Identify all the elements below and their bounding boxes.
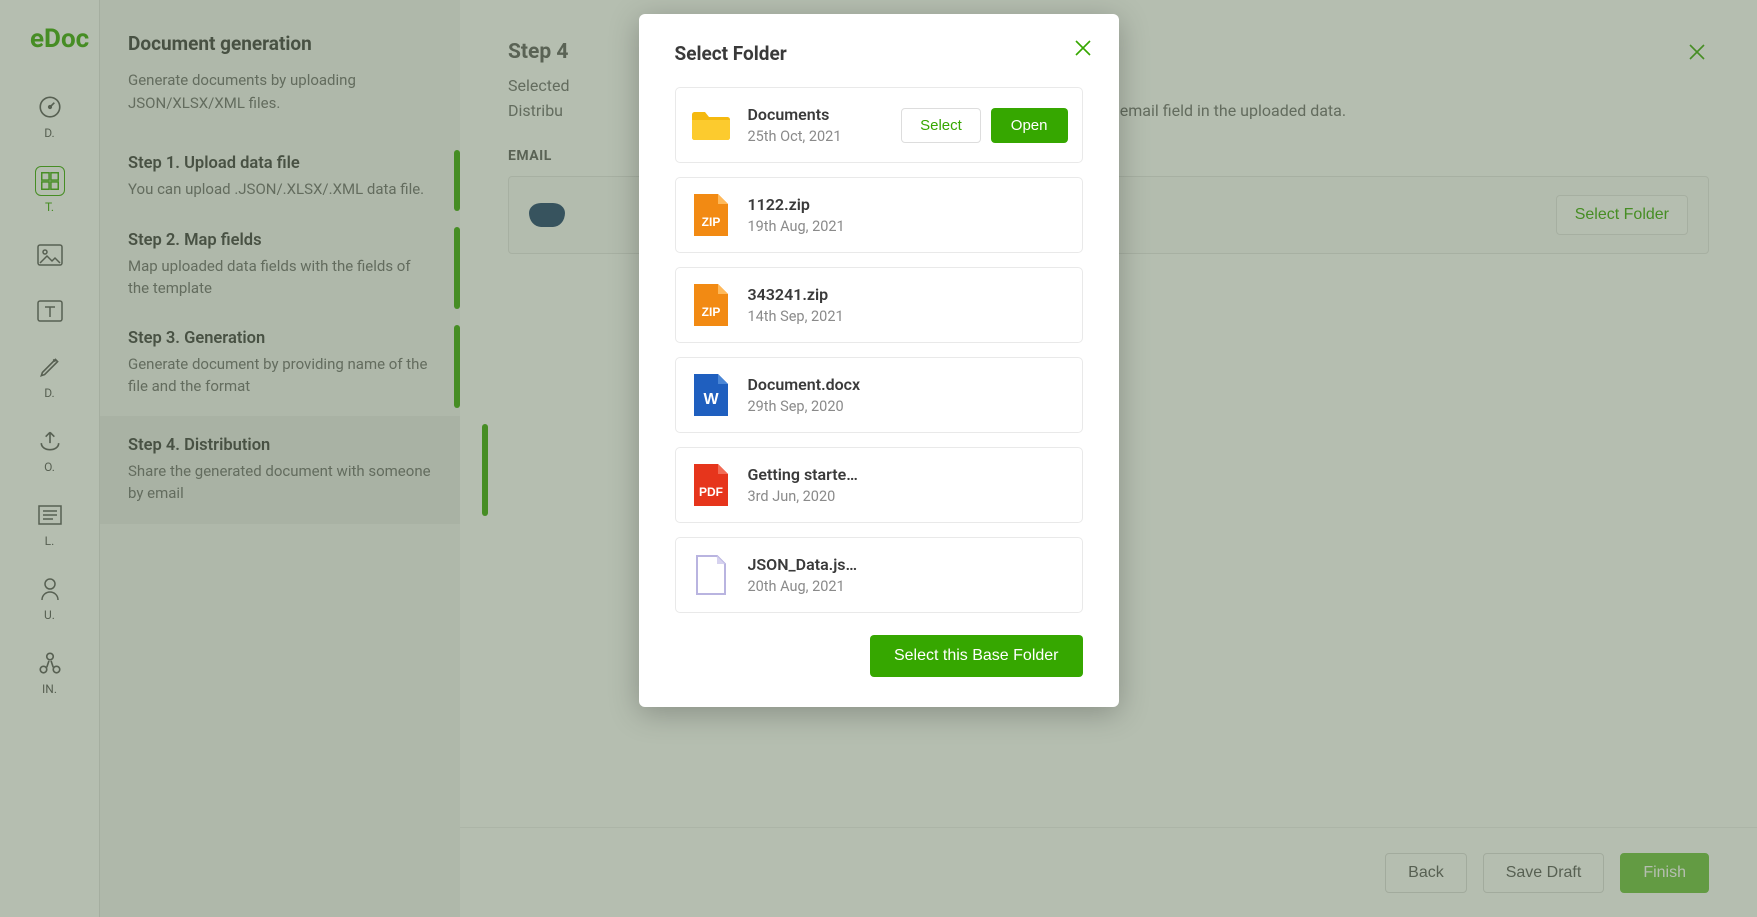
file-meta: Getting starte… 3rd Jun, 2020 [748,465,1068,505]
docx-icon: W [690,372,732,418]
file-date: 25th Oct, 2021 [748,128,886,145]
file-date: 20th Aug, 2021 [748,578,1068,595]
svg-text:ZIP: ZIP [701,215,720,229]
file-row[interactable]: ZIP 343241.zip 14th Sep, 2021 [675,267,1083,343]
select-base-folder-button[interactable]: Select this Base Folder [870,635,1083,677]
file-meta: 343241.zip 14th Sep, 2021 [748,285,1068,325]
file-row[interactable]: PDF Getting starte… 3rd Jun, 2020 [675,447,1083,523]
file-name: 1122.zip [748,195,1068,214]
file-date: 29th Sep, 2020 [748,398,1068,415]
select-folder-modal: Select Folder Documents 25th Oct, 2021 S… [639,14,1119,707]
modal-title: Select Folder [675,42,1083,65]
generic-file-icon [690,552,732,598]
file-name: JSON_Data.js… [748,555,1068,574]
folder-select-button[interactable]: Select [901,108,981,143]
file-row[interactable]: JSON_Data.js… 20th Aug, 2021 [675,537,1083,613]
folder-open-button[interactable]: Open [991,108,1068,143]
file-row-folder[interactable]: Documents 25th Oct, 2021 Select Open [675,87,1083,163]
file-date: 3rd Jun, 2020 [748,488,1068,505]
file-actions: Select Open [901,108,1067,143]
svg-text:ZIP: ZIP [701,305,720,319]
modal-close-button[interactable] [1071,36,1095,60]
file-row[interactable]: ZIP 1122.zip 19th Aug, 2021 [675,177,1083,253]
pdf-icon: PDF [690,462,732,508]
folder-icon [690,102,732,148]
modal-footer: Select this Base Folder [675,635,1083,677]
file-date: 14th Sep, 2021 [748,308,1068,325]
file-date: 19th Aug, 2021 [748,218,1068,235]
file-name: Documents [748,105,886,124]
file-list: Documents 25th Oct, 2021 Select Open ZIP… [675,87,1083,613]
file-name: 343241.zip [748,285,1068,304]
file-row[interactable]: W Document.docx 29th Sep, 2020 [675,357,1083,433]
file-meta: Documents 25th Oct, 2021 [748,105,886,145]
file-name: Getting starte… [748,465,1068,484]
file-meta: JSON_Data.js… 20th Aug, 2021 [748,555,1068,595]
zip-icon: ZIP [690,192,732,238]
svg-text:W: W [703,391,719,408]
zip-icon: ZIP [690,282,732,328]
svg-text:PDF: PDF [699,485,723,499]
file-meta: 1122.zip 19th Aug, 2021 [748,195,1068,235]
file-name: Document.docx [748,375,1068,394]
file-meta: Document.docx 29th Sep, 2020 [748,375,1068,415]
